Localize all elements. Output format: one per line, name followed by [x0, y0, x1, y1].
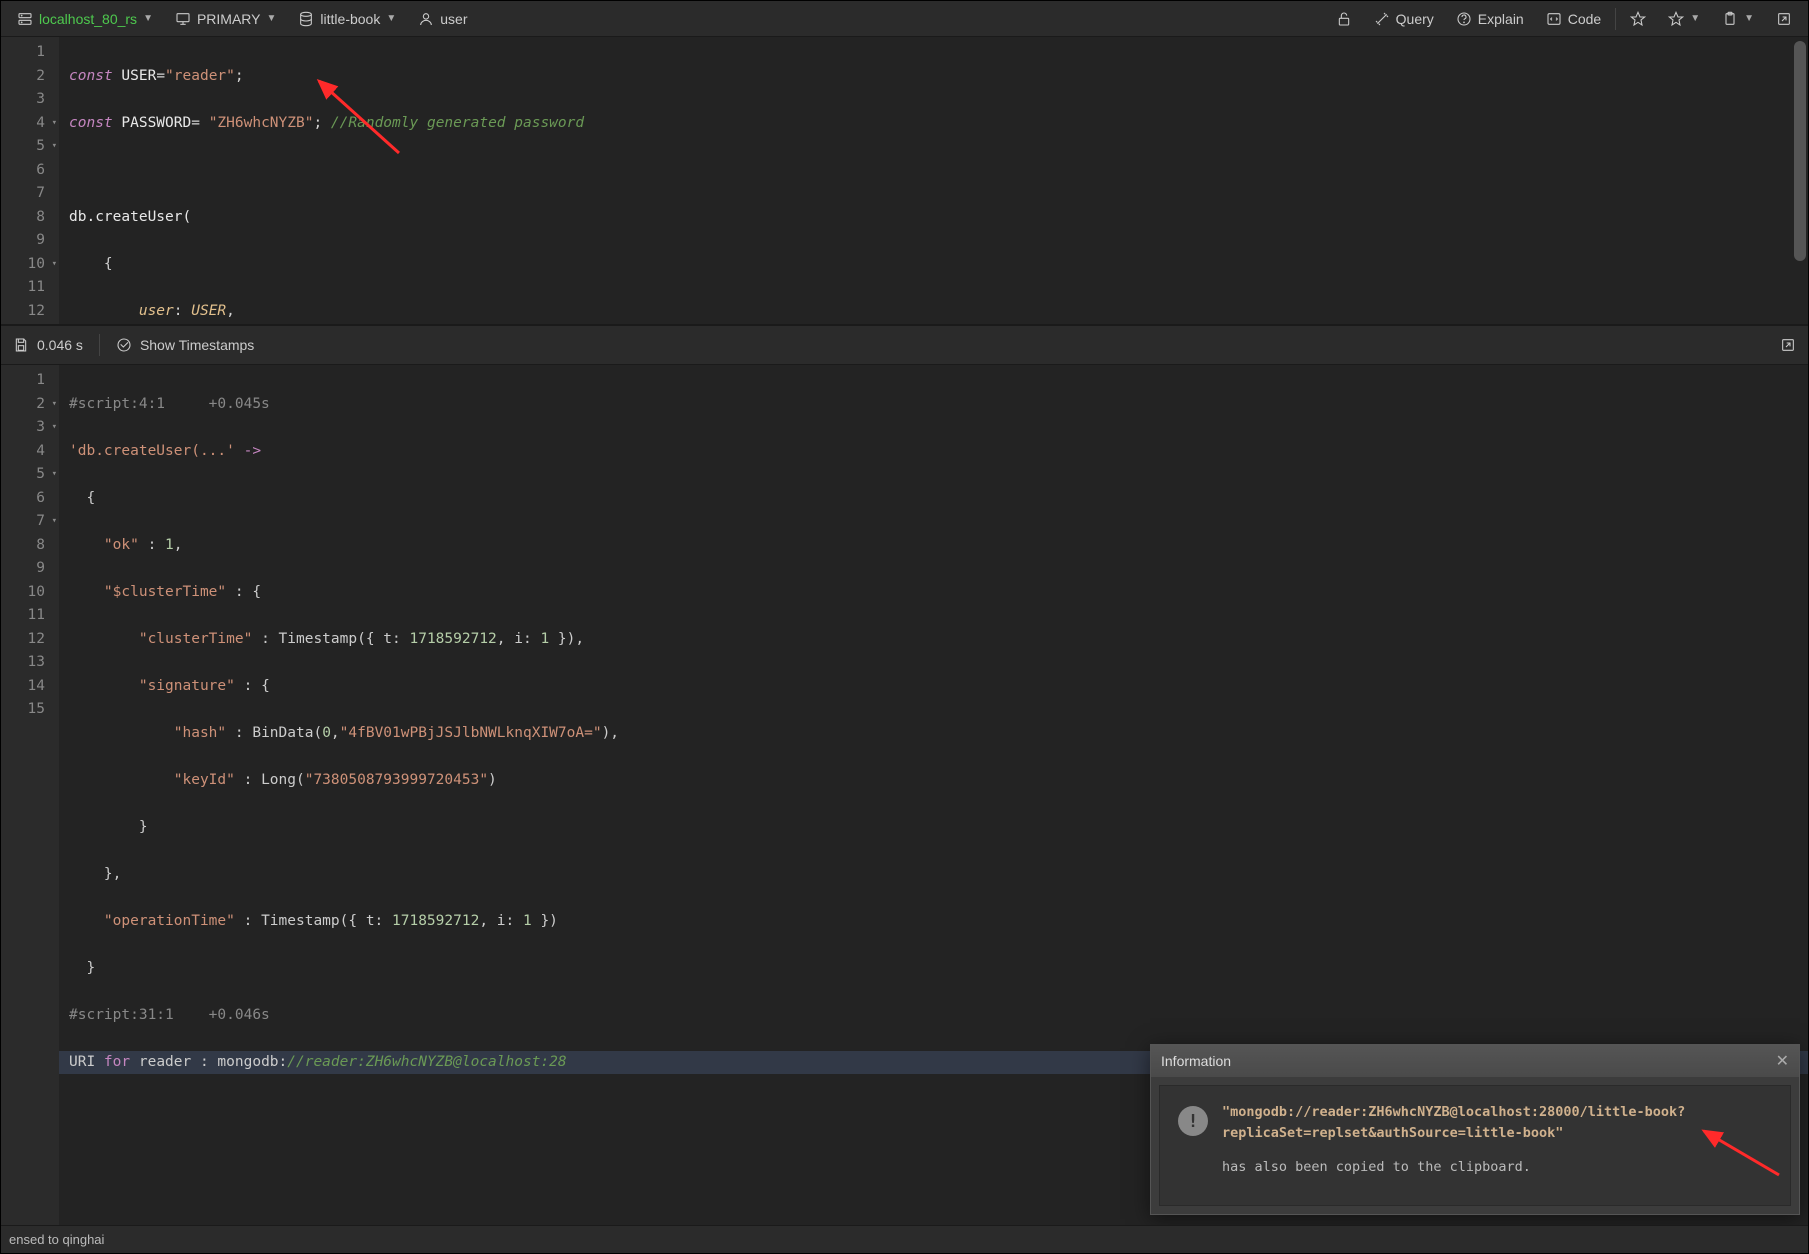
node-selector[interactable]: PRIMARY ▼ — [167, 7, 284, 31]
help-icon — [1456, 11, 1472, 27]
popout-icon — [1780, 337, 1796, 353]
server-icon — [17, 11, 33, 27]
code-area[interactable]: const USER="reader"; const PASSWORD= "ZH… — [59, 37, 1808, 324]
popout-results-button[interactable] — [1780, 337, 1796, 353]
explain-label: Explain — [1478, 11, 1524, 27]
execution-time: 0.046 s — [13, 337, 83, 353]
star-filled-button[interactable]: ▼ — [1660, 7, 1708, 31]
toast-subtitle: has also been copied to the clipboard. — [1222, 1157, 1772, 1177]
host-selector[interactable]: localhost_80_rs ▼ — [9, 7, 161, 31]
scrollbar[interactable] — [1794, 41, 1806, 261]
code-icon — [1546, 11, 1562, 27]
code-label: Code — [1568, 11, 1601, 27]
chevron-down-icon: ▼ — [386, 13, 396, 24]
star-outline-button[interactable] — [1622, 7, 1654, 31]
node-label: PRIMARY — [197, 11, 261, 27]
user-indicator[interactable]: user — [410, 7, 475, 31]
line-gutter: 123 456 789 101112 — [1, 37, 59, 324]
database-label: little-book — [320, 11, 380, 27]
save-icon — [13, 337, 29, 353]
check-circle-icon — [116, 337, 132, 353]
line-gutter: 123 456 789 101112 131415 — [1, 365, 59, 1225]
clipboard-icon — [1722, 11, 1738, 27]
explain-button[interactable]: Explain — [1448, 7, 1532, 31]
database-icon — [298, 11, 314, 27]
popout-icon — [1776, 11, 1792, 27]
show-timestamps-button[interactable]: Show Timestamps — [116, 337, 254, 353]
clipboard-button[interactable]: ▼ — [1714, 7, 1762, 31]
info-icon: ! — [1178, 1106, 1208, 1136]
popout-button[interactable] — [1768, 7, 1800, 31]
chevron-down-icon: ▼ — [143, 13, 153, 24]
chevron-down-icon: ▼ — [1744, 13, 1754, 24]
host-label: localhost_80_rs — [39, 11, 137, 27]
toast-header: Information ✕ — [1151, 1045, 1799, 1077]
chevron-down-icon: ▼ — [1690, 13, 1700, 24]
top-toolbar: localhost_80_rs ▼ PRIMARY ▼ little-book … — [1, 1, 1808, 37]
information-toast: Information ✕ ! "mongodb://reader:ZH6whc… — [1150, 1044, 1800, 1215]
toast-uri: "mongodb://reader:ZH6whcNYZB@localhost:2… — [1222, 1102, 1772, 1143]
user-label: user — [440, 11, 467, 27]
wand-icon — [1374, 11, 1390, 27]
result-toolbar: 0.046 s Show Timestamps — [1, 325, 1808, 365]
code-button[interactable]: Code — [1538, 7, 1609, 31]
user-icon — [418, 11, 434, 27]
status-bar: ensed to qinghai — [1, 1225, 1808, 1253]
toast-title: Information — [1161, 1053, 1231, 1069]
star-outline-icon — [1630, 11, 1646, 27]
chevron-down-icon: ▼ — [267, 13, 277, 24]
close-icon[interactable]: ✕ — [1776, 1051, 1789, 1071]
script-editor[interactable]: 123 456 789 101112 const USER="reader"; … — [1, 37, 1808, 325]
toast-message: "mongodb://reader:ZH6whcNYZB@localhost:2… — [1222, 1102, 1772, 1177]
query-button[interactable]: Query — [1366, 7, 1442, 31]
star-filled-icon — [1668, 11, 1684, 27]
unlock-icon — [1336, 11, 1352, 27]
query-label: Query — [1396, 11, 1434, 27]
unlock-button[interactable] — [1328, 7, 1360, 31]
monitor-icon — [175, 11, 191, 27]
database-selector[interactable]: little-book ▼ — [290, 7, 404, 31]
license-text: ensed to qinghai — [9, 1232, 104, 1247]
